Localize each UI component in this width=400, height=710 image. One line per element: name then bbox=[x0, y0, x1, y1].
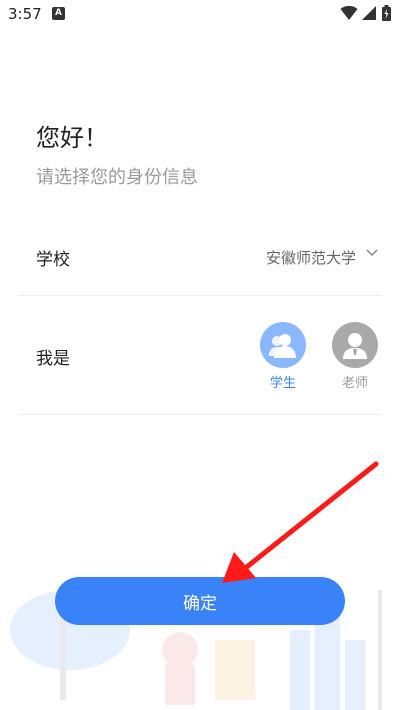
student-avatar-icon[interactable] bbox=[260, 322, 306, 368]
status-time: 3:57 bbox=[8, 5, 42, 23]
role-option-teacher[interactable]: 老师 bbox=[330, 322, 380, 391]
role-row: 我是 学生 老师 bbox=[18, 296, 382, 415]
role-option-student[interactable]: 学生 bbox=[258, 322, 308, 391]
subtitle: 请选择您的身份信息 bbox=[36, 167, 198, 188]
notification-icon: A bbox=[52, 7, 65, 20]
role-student-label: 学生 bbox=[269, 376, 296, 391]
wifi-icon bbox=[340, 5, 358, 20]
school-value[interactable]: 安徽师范大学 bbox=[266, 247, 356, 268]
battery-icon bbox=[382, 5, 391, 21]
status-bar: 3:57 A bbox=[0, 0, 400, 28]
role-teacher-label: 老师 bbox=[341, 376, 368, 391]
role-label: 我是 bbox=[36, 349, 70, 369]
chevron-down-icon[interactable] bbox=[366, 249, 378, 257]
teacher-avatar-icon[interactable] bbox=[332, 322, 378, 368]
school-label: 学校 bbox=[36, 250, 70, 270]
school-row[interactable]: 学校 安徽师范大学 bbox=[18, 225, 382, 296]
signal-icon bbox=[362, 6, 376, 20]
greeting-title: 您好！ bbox=[36, 124, 108, 152]
confirm-button[interactable]: 确定 bbox=[55, 577, 345, 625]
